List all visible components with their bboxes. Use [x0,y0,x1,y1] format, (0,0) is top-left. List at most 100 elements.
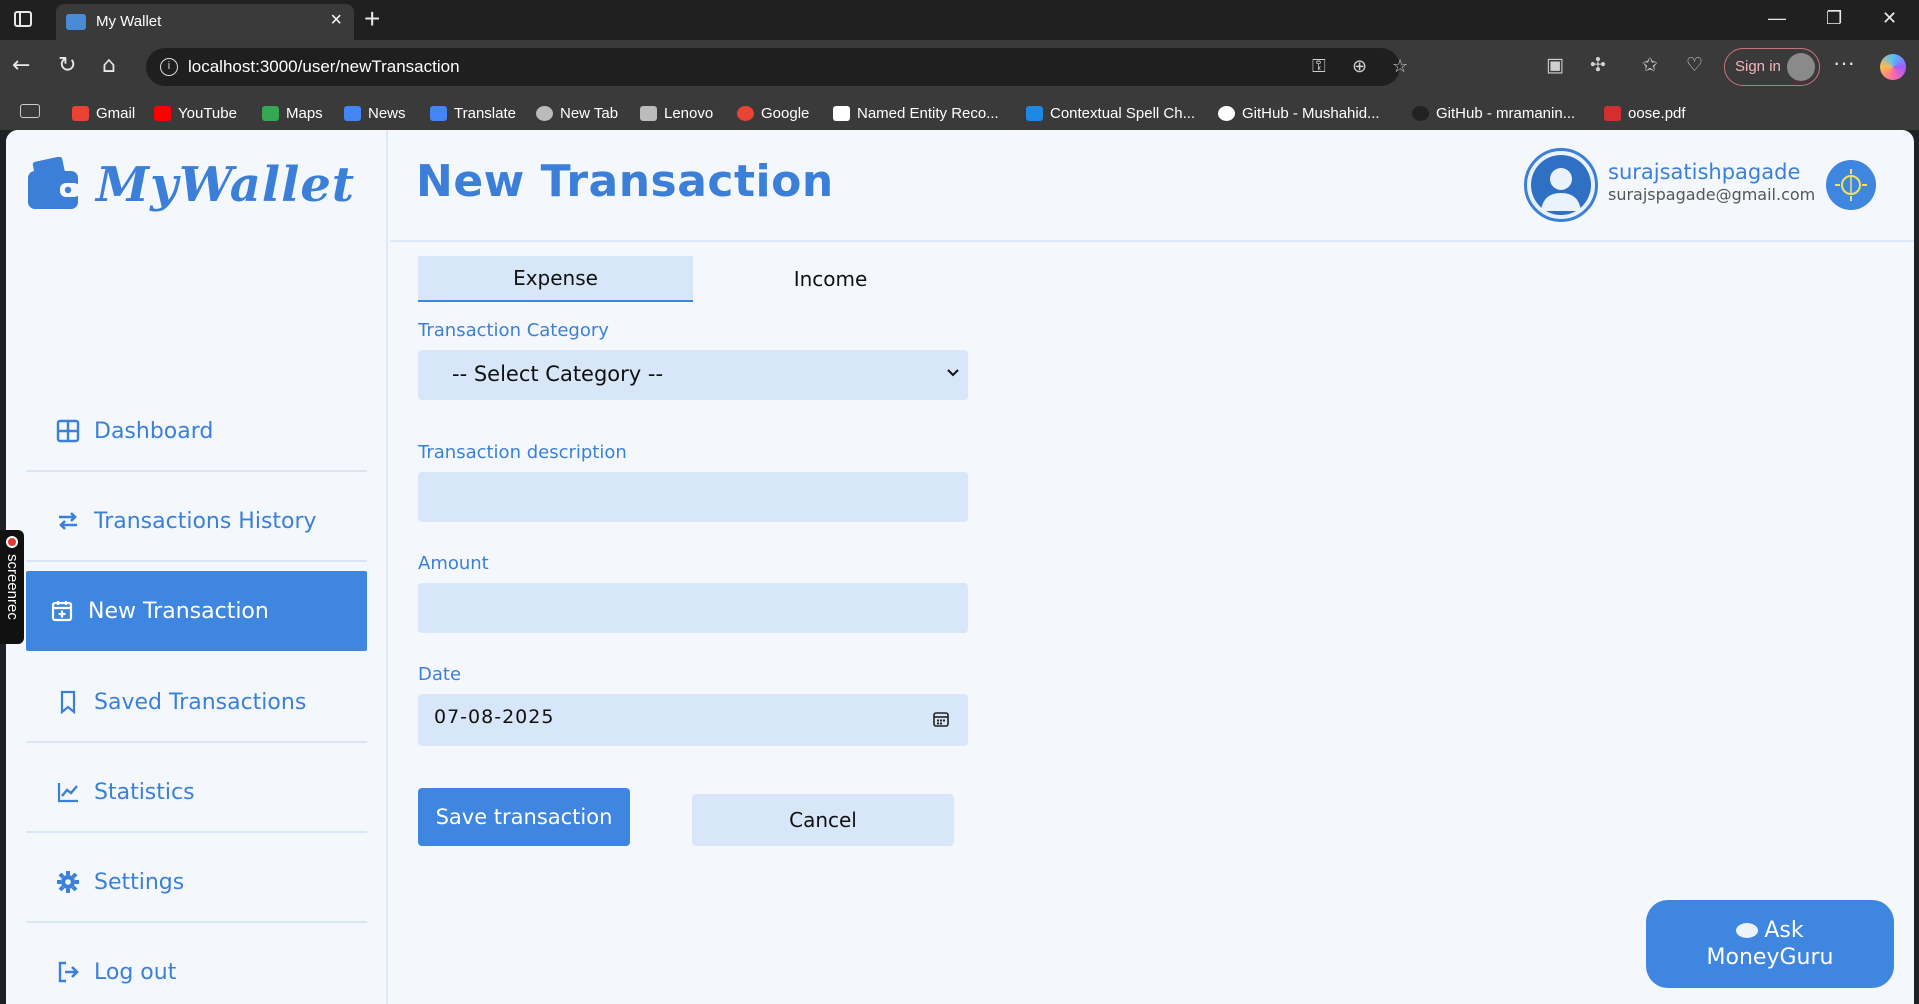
username: surajsatishpagade [1608,160,1801,184]
sidebar-item-label: Transactions History [94,508,317,534]
reload-button[interactable]: ↻ [58,52,76,80]
home-button[interactable]: ⌂ [102,52,116,80]
tab-income[interactable]: Income [693,256,968,302]
browser-toolbar: ← ↻ ⌂ i localhost:3000/user/newTransacti… [0,40,1919,96]
bookmark-5[interactable]: Translate [430,103,516,123]
avatar[interactable] [1524,148,1598,222]
sign-in-button[interactable]: Sign in [1724,48,1820,86]
bookmark-9[interactable]: Named Entity Reco... [833,103,999,123]
gear-icon [57,871,79,893]
bookmark-3[interactable]: Maps [262,103,323,123]
bookmark-2[interactable]: YouTube [154,103,237,123]
bookmark-label: oose.pdf [1628,104,1686,122]
collections-icon[interactable] [20,104,40,118]
bookmark-6[interactable]: New Tab [536,103,618,123]
app-name: MyWallet [96,157,356,213]
sidebar-item-dashboard[interactable]: Dashboard [26,392,367,472]
sidebar-item-saved-transactions[interactable]: Saved Transactions [26,663,367,743]
bookmark-10[interactable]: Contextual Spell Ch... [1026,103,1195,123]
pdf-icon [1604,105,1621,121]
bookmark-label: Lenovo [664,104,714,122]
cancel-button[interactable]: Cancel [692,794,954,846]
description-input[interactable] [418,472,968,522]
page-title: New Transaction [416,156,834,207]
translate-icon [430,105,447,121]
sidebar-item-new-transaction[interactable]: New Transaction [26,571,367,651]
back-button[interactable]: ← [12,52,30,80]
theme-toggle-button[interactable] [1826,160,1876,210]
site-icon [1026,105,1043,121]
sidebar-item-settings[interactable]: Settings [26,843,367,923]
extensions-puzzle-icon[interactable]: ✣ [1590,54,1606,76]
key-icon[interactable]: ⚿ [1312,56,1326,77]
category-select[interactable]: -- Select Category -- [418,350,968,400]
sidebar-item-transactions-history[interactable]: Transactions History [26,482,367,562]
bookmark-7[interactable]: Lenovo [640,103,713,123]
github-icon [1412,105,1429,121]
screenrec-widget[interactable]: screenrec [0,530,24,644]
favorites-icon[interactable]: ✩ [1642,54,1658,76]
calendar-icon[interactable] [932,710,950,728]
page-header: New Transaction surajsatishpagade surajs… [390,130,1914,242]
globe-icon [536,105,553,121]
bookmark-12[interactable]: GitHub - mramanin... [1412,103,1575,123]
sidebar-item-log-out[interactable]: Log out [26,933,367,1004]
page-viewport: MyWallet Dashboard Transactions History Ne… [0,130,1919,1004]
zoom-icon[interactable]: ⊕ [1352,56,1367,77]
bookmark-label: GitHub - Mushahid... [1242,104,1380,122]
bookmark-label: News [368,104,406,122]
tab-expense[interactable]: Expense [418,256,693,302]
bookmark-13[interactable]: oose.pdf [1604,103,1686,123]
browser-essentials-icon[interactable]: ♡ [1686,54,1703,76]
sidebar-item-label: Saved Transactions [94,689,307,715]
close-window-button[interactable]: ✕ [1882,8,1897,29]
bookmark-11[interactable]: GitHub - Mushahid... [1218,103,1380,123]
extension-box-icon[interactable]: ▣ [1546,54,1564,76]
ask-moneyguru-button[interactable]: Ask MoneyGuru [1646,900,1894,988]
youtube-icon [154,105,171,121]
profile-icon [1787,53,1815,81]
bookmark-label: Translate [454,104,516,122]
folder-icon [640,105,657,121]
minimize-button[interactable]: — [1768,8,1786,29]
sidebar: MyWallet Dashboard Transactions History Ne… [6,130,388,1004]
url-text[interactable]: localhost:3000/user/newTransaction [188,57,460,77]
user-silhouette-icon [1531,155,1591,215]
address-bar[interactable]: i localhost:3000/user/newTransaction ⚿ ⊕… [146,48,1408,86]
screenrec-label: screenrec [4,554,21,620]
restore-button[interactable]: ❐ [1826,8,1842,29]
amount-input[interactable] [418,583,968,633]
copilot-icon[interactable] [1880,54,1906,80]
more-menu-icon[interactable]: ··· [1833,50,1855,76]
tab-title: My Wallet [96,13,162,30]
bookmark-label: Maps [286,104,323,122]
github-icon [1218,105,1235,121]
sidebar-item-statistics[interactable]: Statistics [26,753,367,833]
bookmark-8[interactable]: Google [737,103,809,123]
amount-label: Amount [418,553,489,574]
bookmark-4[interactable]: News [344,103,406,123]
bookmark-1[interactable]: Gmail [72,103,135,123]
maps-icon [262,105,279,121]
sidebar-item-label: Dashboard [94,418,214,444]
browser-tab[interactable]: My Wallet × [56,4,354,40]
moneyguru-label: MoneyGuru [1706,945,1834,970]
save-transaction-button[interactable]: Save transaction [418,788,630,846]
app-logo[interactable]: MyWallet [26,150,355,220]
bookmarks-bar: Gmail YouTube Maps News Translate New Tab Leno… [0,96,1919,130]
site-info-icon[interactable]: i [160,58,178,76]
sidebar-item-label: New Transaction [88,598,269,624]
date-input[interactable]: 07-08-2025 [418,694,968,746]
bookmark-label: GitHub - mramanin... [1436,104,1576,122]
chevron-down-icon [947,369,959,377]
new-tab-button[interactable]: + [364,4,380,34]
arrows-exchange-icon [59,512,77,530]
sidebar-item-label: Statistics [94,779,195,805]
bookmark-label: Contextual Spell Ch... [1050,104,1196,122]
sun-icon [1835,169,1867,201]
tab-actions-icon[interactable] [14,11,32,27]
favorite-star-icon[interactable]: ☆ [1392,56,1408,77]
chart-icon [833,105,850,121]
bookmark-label: Gmail [96,104,136,122]
close-tab-icon[interactable]: × [330,10,342,30]
